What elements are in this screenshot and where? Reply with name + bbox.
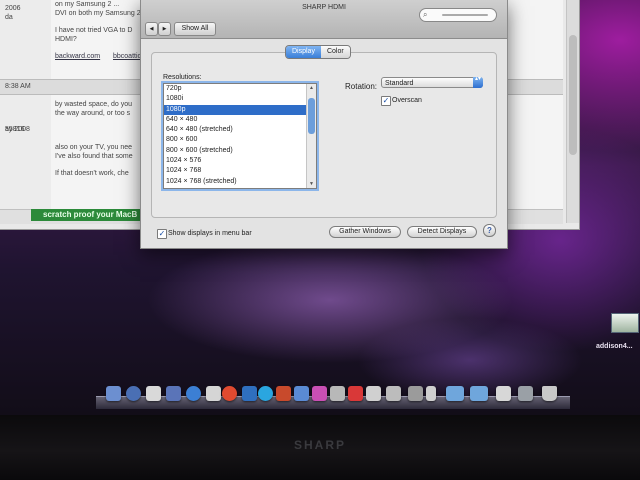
monitor-brand-logo: SHARP — [293, 438, 346, 452]
post-text-line: I have not tried VGA to D — [55, 27, 133, 34]
photo-booth-icon[interactable] — [276, 386, 291, 401]
post-date-text: 2006 — [5, 5, 21, 12]
show-displays-label: Show displays in menu bar — [168, 230, 252, 237]
resolution-option[interactable]: 1024 × 576 — [164, 156, 306, 166]
back-arrow-icon: ◀ — [149, 26, 154, 32]
resolution-option[interactable]: 800 × 600 — [164, 135, 306, 145]
post-text-line: also on your TV, you nee — [55, 144, 133, 151]
post-time-text: 8:38 AM — [5, 83, 31, 90]
show-displays-checkbox[interactable]: ✓ — [157, 229, 167, 239]
resolution-option[interactable]: 640 × 480 (stretched) — [164, 125, 306, 135]
check-icon: ✓ — [158, 229, 166, 238]
resolutions-list[interactable]: 720p 1080i 1080p 640 × 480 640 × 480 (st… — [163, 83, 317, 189]
post-text-line: I've also found that some — [55, 153, 133, 160]
system-preferences-icon[interactable] — [408, 386, 423, 401]
post-text-line: HDMI? — [55, 36, 77, 43]
author-meta-text: da — [5, 14, 13, 21]
overscan-label: Overscan — [392, 97, 422, 104]
documents-folder-icon[interactable] — [470, 386, 488, 401]
scroll-up-icon[interactable]: ▲ — [307, 85, 316, 91]
select-arrows-icon: ▴▾ — [473, 76, 483, 88]
window-toolbar: SHARP HDMI ◀ ▶ Show All ⌕ — [141, 0, 507, 39]
resolution-option-selected[interactable]: 1080p — [164, 104, 306, 115]
forum-author-column: 2006 da 55816 — [0, 0, 52, 215]
trash-icon[interactable] — [542, 386, 557, 401]
skype-icon[interactable] — [258, 386, 273, 401]
tab-bar: Display Color — [285, 45, 351, 59]
post-text-line: by wasted space, do you — [55, 101, 133, 108]
resolution-option[interactable]: 640 × 480 — [164, 115, 306, 125]
resolutions-label: Resolutions: — [163, 74, 202, 81]
tab-color[interactable]: Color — [320, 46, 350, 58]
resolutions-items: 720p 1080i 1080p 640 × 480 640 × 480 (st… — [164, 84, 306, 187]
search-slider-track — [442, 14, 488, 16]
monitor-screen: 2006 da 55816 on my Samsung 2 ... DVI on… — [0, 0, 640, 415]
scroll-thumb[interactable] — [569, 35, 577, 155]
dashboard-icon[interactable] — [126, 386, 141, 401]
resolutions-scrollbar[interactable]: ▲ ▼ — [306, 84, 316, 188]
dock — [100, 386, 570, 406]
chrome-icon[interactable] — [222, 386, 237, 401]
resolution-option[interactable]: 1024 × 768 — [164, 166, 306, 176]
help-button[interactable]: ? — [483, 224, 496, 237]
resolution-option[interactable]: 800 × 600 (stretched) — [164, 146, 306, 156]
post-text-line: the way around, or too s — [55, 110, 131, 117]
desktop-file-icon[interactable] — [611, 313, 639, 333]
rotation-select[interactable]: Standard ▴▾ — [381, 76, 483, 88]
safari-icon[interactable] — [186, 386, 201, 401]
app-icon[interactable] — [348, 386, 363, 401]
post-text-line: on my Samsung 2 ... — [55, 1, 120, 8]
scroll-down-icon[interactable]: ▼ — [307, 181, 316, 187]
resolution-option[interactable]: 1024 × 768 (stretched) — [164, 177, 306, 187]
rotation-value: Standard — [385, 80, 414, 87]
search-field[interactable]: ⌕ — [419, 8, 497, 22]
dock-separator-icon — [426, 386, 436, 401]
activity-monitor-icon[interactable] — [386, 386, 401, 401]
search-icon: ⌕ — [423, 10, 428, 19]
tab-display[interactable]: Display — [286, 46, 321, 58]
rotation-label: Rotation: — [345, 82, 378, 91]
mail-icon[interactable] — [166, 386, 181, 401]
calendar-icon[interactable] — [146, 386, 161, 401]
show-all-button[interactable]: Show All — [174, 22, 216, 36]
finder-icon[interactable] — [106, 386, 121, 401]
member-join-text: ay 2008 — [5, 126, 30, 133]
forward-button[interactable]: ▶ — [158, 22, 171, 36]
back-button[interactable]: ◀ — [145, 22, 158, 36]
gather-windows-button[interactable]: Gather Windows — [329, 226, 401, 238]
desktop-file-label[interactable]: addison4... — [596, 343, 633, 350]
check-icon: ✓ — [382, 96, 390, 105]
file-stack-icon[interactable] — [518, 386, 533, 401]
scroll-thumb[interactable] — [308, 98, 315, 134]
itunes-music-icon[interactable] — [312, 386, 327, 401]
iphoto-icon[interactable] — [294, 386, 309, 401]
app-icon[interactable] — [366, 386, 381, 401]
resolution-option[interactable]: 720p — [164, 84, 306, 94]
detect-displays-button[interactable]: Detect Displays — [407, 226, 477, 238]
forward-arrow-icon: ▶ — [162, 26, 167, 32]
post-text-line: If that doesn't work, che — [55, 170, 129, 177]
address-book-icon[interactable] — [206, 386, 221, 401]
overscan-checkbox[interactable]: ✓ — [381, 96, 391, 106]
display-preferences-window: SHARP HDMI ◀ ▶ Show All ⌕ Display Color … — [140, 0, 508, 249]
applications-folder-icon[interactable] — [446, 386, 464, 401]
preview-icon[interactable] — [330, 386, 345, 401]
signature-link[interactable]: backward.com — [55, 53, 100, 60]
downloads-stack-icon[interactable] — [496, 386, 511, 401]
itunes-icon[interactable] — [242, 386, 257, 401]
resolution-option[interactable]: 1080i — [164, 94, 306, 104]
browser-scrollbar[interactable] — [566, 0, 579, 223]
